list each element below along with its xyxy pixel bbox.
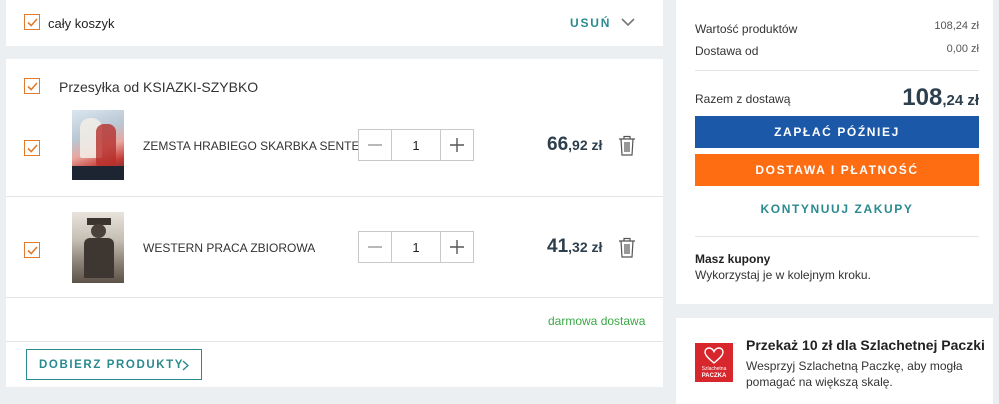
continue-shopping-label: KONTYNUUJ ZAKUPY bbox=[760, 202, 914, 216]
plus-icon bbox=[450, 240, 464, 254]
item-checkbox[interactable] bbox=[24, 140, 40, 156]
plus-icon bbox=[450, 138, 464, 152]
pick-products-button[interactable]: DOBIERZ PRODUKTY bbox=[26, 349, 202, 380]
checkout-label: DOSTAWA I PŁATNOŚĆ bbox=[755, 163, 919, 177]
coupons-text: Wykorzystaj je w kolejnym kroku. bbox=[695, 268, 871, 282]
remove-all-button[interactable]: USUŃ bbox=[570, 16, 611, 30]
book-cover-image[interactable] bbox=[72, 212, 124, 283]
charity-text-line-1: Wesprzyj Szlachetną Paczkę, aby mogła bbox=[746, 359, 963, 373]
charity-text-line-2: pomagać na większą skalę. bbox=[746, 375, 893, 389]
quantity-input[interactable]: 1 bbox=[391, 232, 441, 262]
trash-icon[interactable] bbox=[618, 237, 636, 258]
checkout-button[interactable]: DOSTAWA I PŁATNOŚĆ bbox=[695, 154, 979, 186]
pay-later-button[interactable]: ZAPŁAĆ PÓŹNIEJ bbox=[695, 116, 979, 148]
trash-icon[interactable] bbox=[618, 135, 636, 156]
delivery-label: Dostawa od bbox=[695, 44, 759, 58]
item-name[interactable]: WESTERN PRACA ZBIOROWA bbox=[143, 241, 315, 255]
chevron-down-icon[interactable] bbox=[621, 18, 635, 27]
chevron-right-icon bbox=[182, 360, 189, 371]
shipment-title: Przesyłka od KSIAZKI-SZYBKO bbox=[59, 79, 259, 95]
products-value: 108,24 zł bbox=[934, 20, 979, 32]
book-cover-image[interactable] bbox=[72, 110, 124, 180]
check-icon bbox=[27, 18, 38, 27]
pay-later-label: ZAPŁAĆ PÓŹNIEJ bbox=[774, 125, 900, 139]
total-label: Razem z dostawą bbox=[695, 92, 791, 106]
quantity-input[interactable]: 1 bbox=[391, 130, 441, 160]
divider bbox=[6, 341, 663, 342]
delivery-value: 0,00 zł bbox=[946, 43, 979, 55]
divider bbox=[6, 196, 663, 197]
check-icon bbox=[27, 246, 38, 255]
increase-button[interactable] bbox=[441, 232, 473, 262]
coupons-title: Masz kupony bbox=[695, 252, 771, 266]
charity-card: Szlachetna PACZKA Przekaż 10 zł dla Szla… bbox=[676, 318, 993, 404]
check-icon bbox=[27, 144, 38, 153]
summary-card: Wartość produktów 108,24 zł Dostawa od 0… bbox=[676, 0, 993, 304]
divider bbox=[695, 70, 979, 71]
item-price: 41,32 zł bbox=[547, 236, 603, 257]
decrease-button[interactable] bbox=[359, 232, 391, 262]
continue-shopping-link[interactable]: KONTYNUUJ ZAKUPY bbox=[695, 193, 979, 225]
increase-button[interactable] bbox=[441, 130, 473, 160]
item-checkbox[interactable] bbox=[24, 242, 40, 258]
decrease-button[interactable] bbox=[359, 130, 391, 160]
shipment-card: Przesyłka od KSIAZKI-SZYBKO ZEMSTA HRABI… bbox=[6, 59, 663, 387]
free-delivery-note: darmowa dostawa bbox=[548, 314, 646, 328]
quantity-stepper[interactable]: 1 bbox=[358, 129, 474, 161]
check-icon bbox=[27, 82, 38, 91]
select-all-checkbox[interactable] bbox=[24, 14, 40, 30]
pick-products-label: DOBIERZ PRODUKTY bbox=[39, 358, 185, 371]
item-name[interactable]: ZEMSTA HRABIEGO SKARBKA SENTE bbox=[143, 139, 360, 153]
heart-logo-icon bbox=[704, 347, 724, 364]
divider bbox=[6, 297, 663, 298]
minus-icon bbox=[368, 144, 382, 146]
item-price: 66,92 zł bbox=[547, 134, 603, 155]
total-price: 108,24 zł bbox=[902, 84, 979, 111]
products-value-label: Wartość produktów bbox=[695, 22, 798, 36]
cart-header-card: cały koszyk USUŃ bbox=[6, 0, 663, 46]
shipment-checkbox[interactable] bbox=[24, 78, 40, 94]
minus-icon bbox=[368, 246, 382, 248]
select-all-label: cały koszyk bbox=[48, 16, 115, 31]
divider bbox=[695, 236, 979, 237]
charity-logo[interactable]: Szlachetna PACZKA bbox=[695, 343, 733, 382]
quantity-stepper[interactable]: 1 bbox=[358, 231, 474, 263]
charity-title: Przekaż 10 zł dla Szlachetnej Paczki bbox=[746, 337, 985, 353]
